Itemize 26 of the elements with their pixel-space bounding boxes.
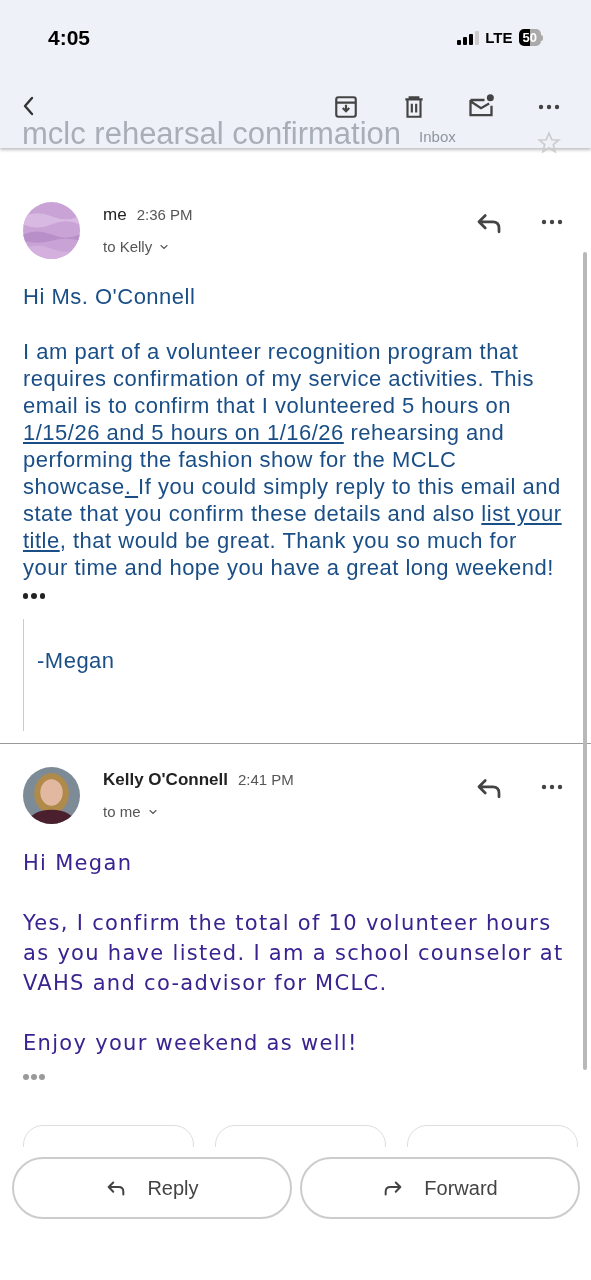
clock-time: 4:05 — [48, 25, 91, 51]
network-label: LTE — [485, 27, 513, 48]
sender-name: me — [103, 204, 127, 226]
recipients-toggle[interactable]: to Kelly — [103, 235, 171, 258]
reply-button[interactable]: Reply — [12, 1157, 292, 1219]
signal-icon — [457, 30, 480, 45]
avatar — [23, 767, 80, 824]
subject-title: mclc rehearsal confirmation — [22, 119, 402, 149]
body-paragraph: Yes, I confirm the total of 10 volunteer hours as you have listed. I am a school counselor at VAHS and co-advisor for MCLC. — [23, 910, 565, 997]
body-paragraph: Enjoy your weekend as well! — [23, 1030, 359, 1057]
sender-name: Kelly O'Connell — [103, 769, 228, 791]
archive-icon[interactable] — [333, 94, 359, 120]
battery-indicator: 50 — [518, 29, 543, 47]
star-icon[interactable] — [536, 130, 562, 156]
scrollbar[interactable] — [583, 252, 587, 1070]
inbox-label: Inbox — [418, 127, 457, 147]
forward-button[interactable]: Forward — [300, 1157, 580, 1219]
body-paragraph: I am part of a volunteer recognition program that requires confirmation of my service activities. This email is to confirm that I volunteered 5 hours on 1/15/26 and 5 hours on 1/16/26 rehearsing and performing the fashion show for the MCLC showcase. If you could simply reply to this email and state that you confirm these details and also list your title, that would be great. Thank you so much for your time and hope you have a great long weekend! — [23, 338, 563, 581]
greeting: Hi Megan — [23, 850, 134, 877]
quoted-signature: -Megan — [37, 647, 116, 674]
recipients-toggle[interactable]: to me — [103, 800, 159, 823]
sent-time: 2:36 PM — [136, 205, 193, 225]
greeting: Hi Ms. O'Connell — [23, 283, 197, 310]
avatar — [23, 202, 80, 259]
show-trimmed-icon[interactable] — [23, 593, 45, 601]
sent-time: 2:41 PM — [237, 770, 294, 790]
